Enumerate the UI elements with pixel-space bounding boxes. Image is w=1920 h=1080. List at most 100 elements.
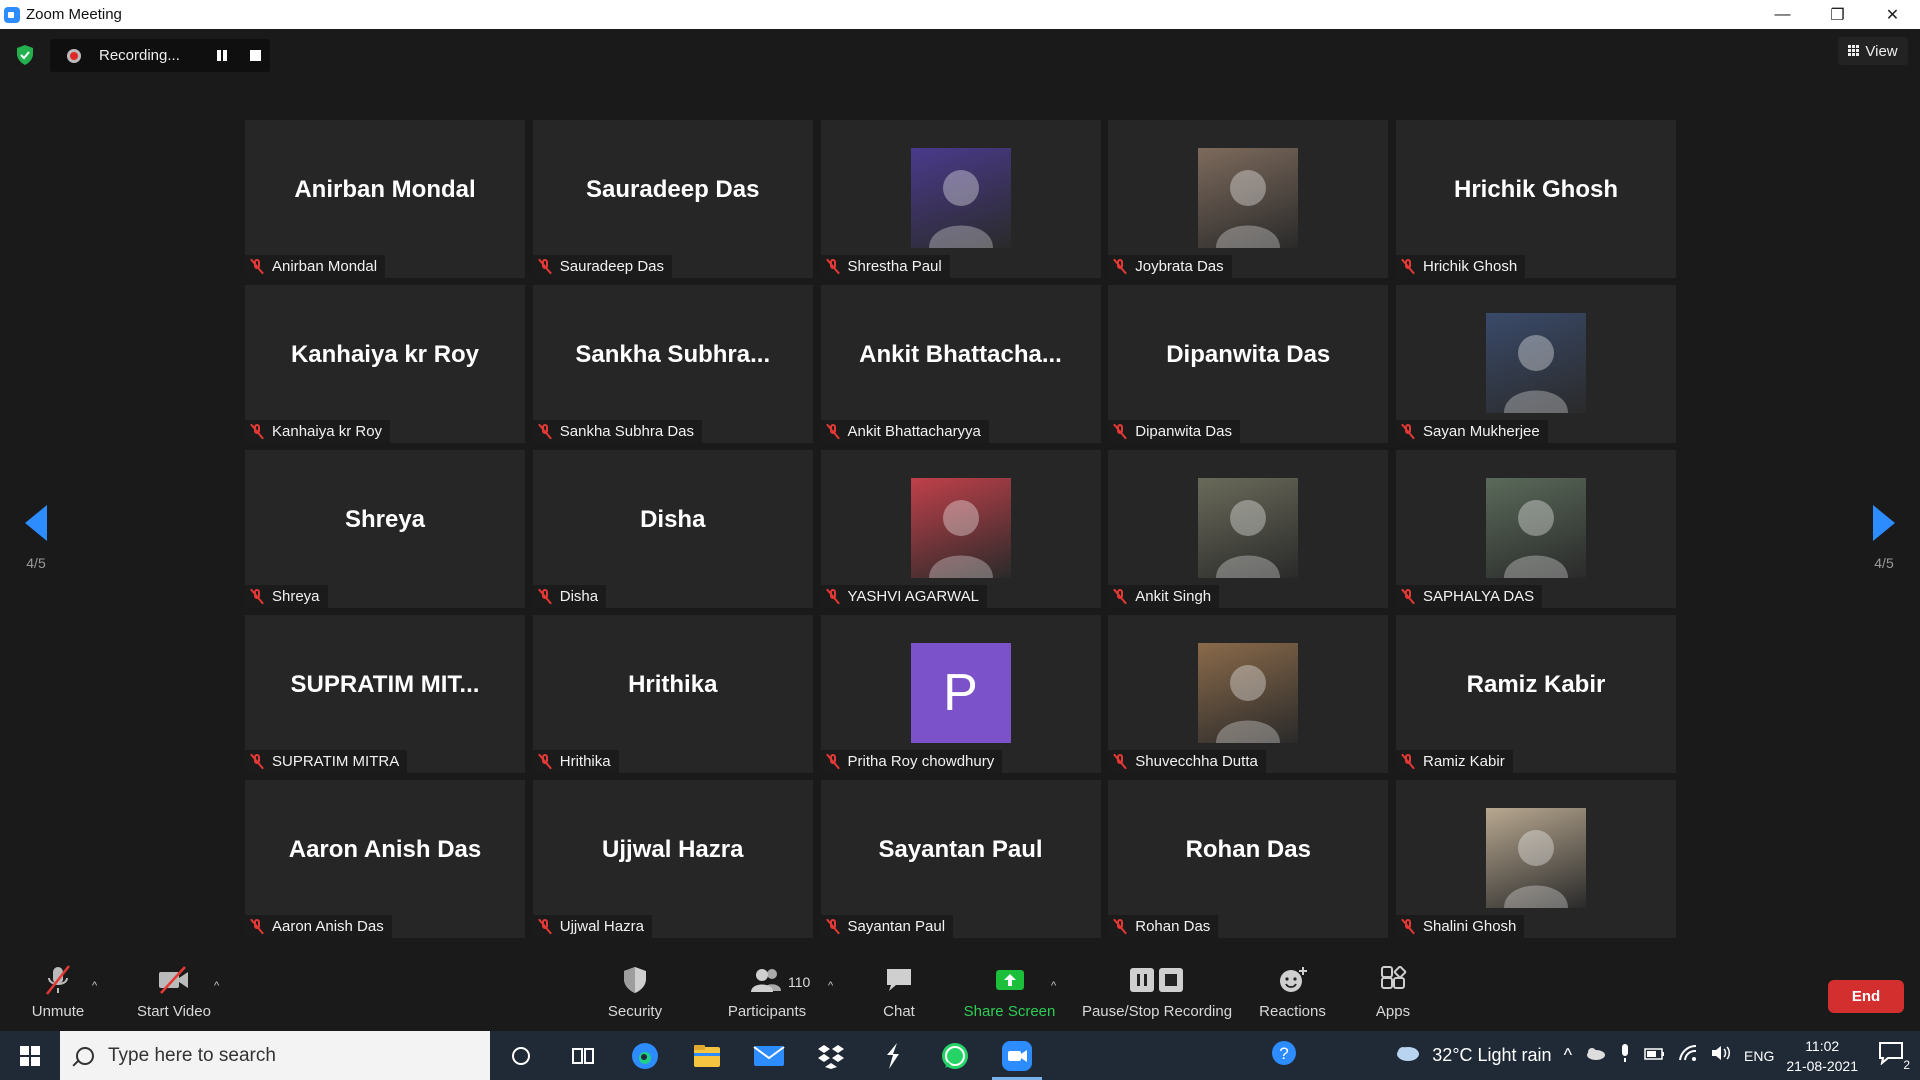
- apps-button[interactable]: Apps: [1368, 960, 1418, 1031]
- muted-mic-icon: [826, 754, 840, 769]
- participant-count: 110: [788, 974, 811, 990]
- participant-name: SUPRATIM MITRA: [272, 753, 400, 770]
- participant-tile[interactable]: Hrichik Ghosh Hrichik Ghosh: [1396, 120, 1676, 278]
- winamp-icon[interactable]: [862, 1031, 924, 1080]
- participant-tile[interactable]: Shreya Shreya: [245, 450, 525, 608]
- participant-tile[interactable]: YASHVI AGARWAL: [820, 450, 1101, 608]
- window-title: Zoom Meeting: [26, 6, 122, 23]
- muted-mic-icon: [1401, 259, 1415, 274]
- pause-stop-recording-button[interactable]: Pause/Stop Recording: [1082, 960, 1232, 1031]
- window-controls: — ❐ ✕: [1755, 0, 1920, 29]
- participant-photo: [1486, 313, 1586, 413]
- system-tray: ? 32°C Light rain ^ ENG 11:02 21-08-2021: [1264, 1031, 1920, 1080]
- help-icon[interactable]: ?: [1270, 1039, 1298, 1072]
- audio-options-chevron-icon[interactable]: ^: [92, 980, 97, 992]
- participant-tile[interactable]: Disha Disha: [532, 450, 813, 608]
- task-view-icon[interactable]: [552, 1031, 614, 1080]
- participant-tile[interactable]: Shalini Ghosh: [1396, 780, 1676, 938]
- participant-tile[interactable]: SUPRATIM MIT... SUPRATIM MITRA: [245, 615, 525, 773]
- whatsapp-icon[interactable]: [924, 1031, 986, 1080]
- taskbar-search[interactable]: Type here to search: [60, 1031, 490, 1080]
- file-explorer-icon[interactable]: [676, 1031, 738, 1080]
- edge-browser-icon[interactable]: [614, 1031, 676, 1080]
- chat-button[interactable]: Chat: [874, 960, 924, 1031]
- participant-tile[interactable]: Ankit Singh: [1108, 450, 1389, 608]
- previous-page-nav[interactable]: 4/5: [6, 505, 66, 571]
- zoom-taskbar-icon[interactable]: [986, 1031, 1048, 1080]
- participants-button[interactable]: Participants: [722, 960, 812, 1031]
- volume-icon[interactable]: [1710, 1044, 1732, 1067]
- cortana-icon[interactable]: [490, 1031, 552, 1080]
- participant-tile[interactable]: Ujjwal Hazra Ujjwal Hazra: [532, 780, 813, 938]
- onedrive-cloud-icon[interactable]: [1584, 1045, 1606, 1066]
- weather-text[interactable]: 32°C Light rain: [1432, 1045, 1551, 1066]
- view-button[interactable]: View: [1838, 37, 1908, 65]
- participant-tile[interactable]: Shrestha Paul: [820, 120, 1101, 278]
- participant-photo: [1198, 643, 1299, 743]
- reactions-button[interactable]: Reactions: [1255, 960, 1330, 1031]
- participant-tile[interactable]: Sayantan Paul Sayantan Paul: [820, 780, 1101, 938]
- participant-tile[interactable]: P Pritha Roy chowdhury: [820, 615, 1101, 773]
- chevron-up-icon[interactable]: ^: [1564, 1045, 1572, 1066]
- mail-icon[interactable]: [738, 1031, 800, 1080]
- participant-tile[interactable]: Joybrata Das: [1108, 120, 1389, 278]
- participant-tile[interactable]: Sayan Mukherjee: [1396, 285, 1676, 443]
- participant-display-name: Ujjwal Hazra: [602, 836, 744, 863]
- participant-tile[interactable]: Rohan Das Rohan Das: [1108, 780, 1389, 938]
- share-screen-button[interactable]: Share Screen: [962, 960, 1057, 1031]
- restore-button[interactable]: ❐: [1810, 0, 1865, 29]
- battery-icon[interactable]: [1644, 1045, 1666, 1066]
- muted-mic-icon: [538, 424, 552, 439]
- encryption-shield-icon[interactable]: [16, 45, 34, 65]
- wifi-icon[interactable]: [1678, 1044, 1698, 1067]
- language-indicator[interactable]: ENG: [1744, 1048, 1774, 1064]
- arrow-right-icon[interactable]: [1873, 505, 1895, 541]
- security-label: Security: [607, 1003, 663, 1020]
- muted-mic-icon: [826, 589, 840, 604]
- weather-icon[interactable]: [1394, 1043, 1420, 1068]
- participant-photo: [910, 478, 1011, 578]
- share-screen-icon: [994, 960, 1026, 1000]
- unmute-button[interactable]: Unmute: [28, 960, 88, 1031]
- start-button[interactable]: [0, 1031, 60, 1080]
- participant-name: Shalini Ghosh: [1423, 918, 1517, 935]
- end-meeting-button[interactable]: End: [1828, 980, 1904, 1013]
- start-video-button[interactable]: Start Video: [134, 960, 214, 1031]
- participant-tile[interactable]: Sauradeep Das Sauradeep Das: [532, 120, 813, 278]
- share-options-chevron-icon[interactable]: ^: [1051, 980, 1056, 992]
- participant-tile[interactable]: Aaron Anish Das Aaron Anish Das: [245, 780, 525, 938]
- security-button[interactable]: Security: [600, 960, 670, 1031]
- stop-recording-icon[interactable]: [250, 50, 261, 61]
- participant-tile[interactable]: Dipanwita Das Dipanwita Das: [1108, 285, 1389, 443]
- participant-tile[interactable]: Ankit Bhattacha... Ankit Bhattacharyya: [820, 285, 1101, 443]
- participant-display-name: Rohan Das: [1185, 836, 1311, 863]
- arrow-left-icon[interactable]: [25, 505, 47, 541]
- participant-name: Kanhaiya kr Roy: [272, 423, 383, 440]
- pause-recording-icon[interactable]: [217, 50, 227, 61]
- minimize-button[interactable]: —: [1755, 0, 1810, 29]
- video-off-icon: [157, 960, 191, 1000]
- participant-name: Hrithika: [559, 753, 611, 770]
- notifications-icon[interactable]: 2: [1878, 1041, 1910, 1072]
- microphone-icon[interactable]: [1618, 1043, 1632, 1068]
- participant-tile[interactable]: SAPHALYA DAS: [1396, 450, 1676, 608]
- svg-text:?: ?: [1280, 1044, 1289, 1063]
- participant-display-name: Dipanwita Das: [1166, 341, 1331, 368]
- participant-tile[interactable]: Sankha Subhra... Sankha Subhra Das: [532, 285, 813, 443]
- participant-tile[interactable]: Hrithika Hrithika: [532, 615, 813, 773]
- clock[interactable]: 11:02 21-08-2021: [1786, 1036, 1858, 1076]
- video-options-chevron-icon[interactable]: ^: [214, 980, 219, 992]
- muted-mic-icon: [538, 919, 552, 934]
- participants-options-chevron-icon[interactable]: ^: [828, 980, 833, 992]
- next-page-nav[interactable]: 4/5: [1854, 505, 1914, 571]
- participant-tile[interactable]: Anirban Mondal Anirban Mondal: [245, 120, 525, 278]
- close-button[interactable]: ✕: [1865, 0, 1920, 29]
- participant-name-label: Ramiz Kabir: [1396, 750, 1513, 773]
- participant-gallery: Anirban Mondal Anirban Mondal Sauradeep Da…: [245, 120, 1676, 938]
- participant-tile[interactable]: Kanhaiya kr Roy Kanhaiya kr Roy: [245, 285, 525, 443]
- participant-tile[interactable]: Shuvecchha Dutta: [1108, 615, 1389, 773]
- muted-mic-icon: [250, 919, 264, 934]
- participant-name-label: Dipanwita Das: [1108, 420, 1240, 443]
- participant-tile[interactable]: Ramiz Kabir Ramiz Kabir: [1396, 615, 1676, 773]
- dropbox-icon[interactable]: [800, 1031, 862, 1080]
